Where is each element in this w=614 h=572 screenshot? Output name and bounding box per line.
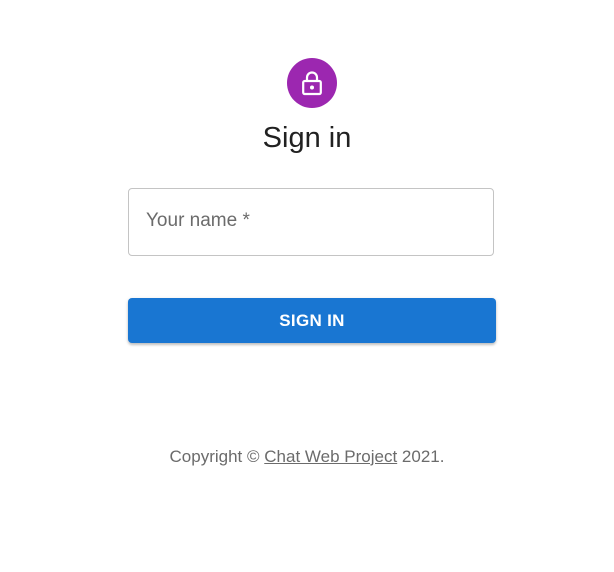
lock-icon <box>302 71 322 96</box>
project-link[interactable]: Chat Web Project <box>264 447 397 466</box>
sign-in-button[interactable]: SIGN IN <box>128 298 496 343</box>
avatar <box>287 58 337 108</box>
copyright-year: 2021. <box>401 447 445 466</box>
copyright-notice: Copyright © Chat Web Project 2021. <box>0 446 614 468</box>
copyright-prefix: Copyright © <box>169 447 260 466</box>
page-title: Sign in <box>262 122 352 154</box>
name-input[interactable] <box>129 189 493 255</box>
sign-in-page: Sign in Your name * SIGN IN Copyright © … <box>0 0 614 572</box>
name-field[interactable]: Your name * <box>128 188 494 256</box>
